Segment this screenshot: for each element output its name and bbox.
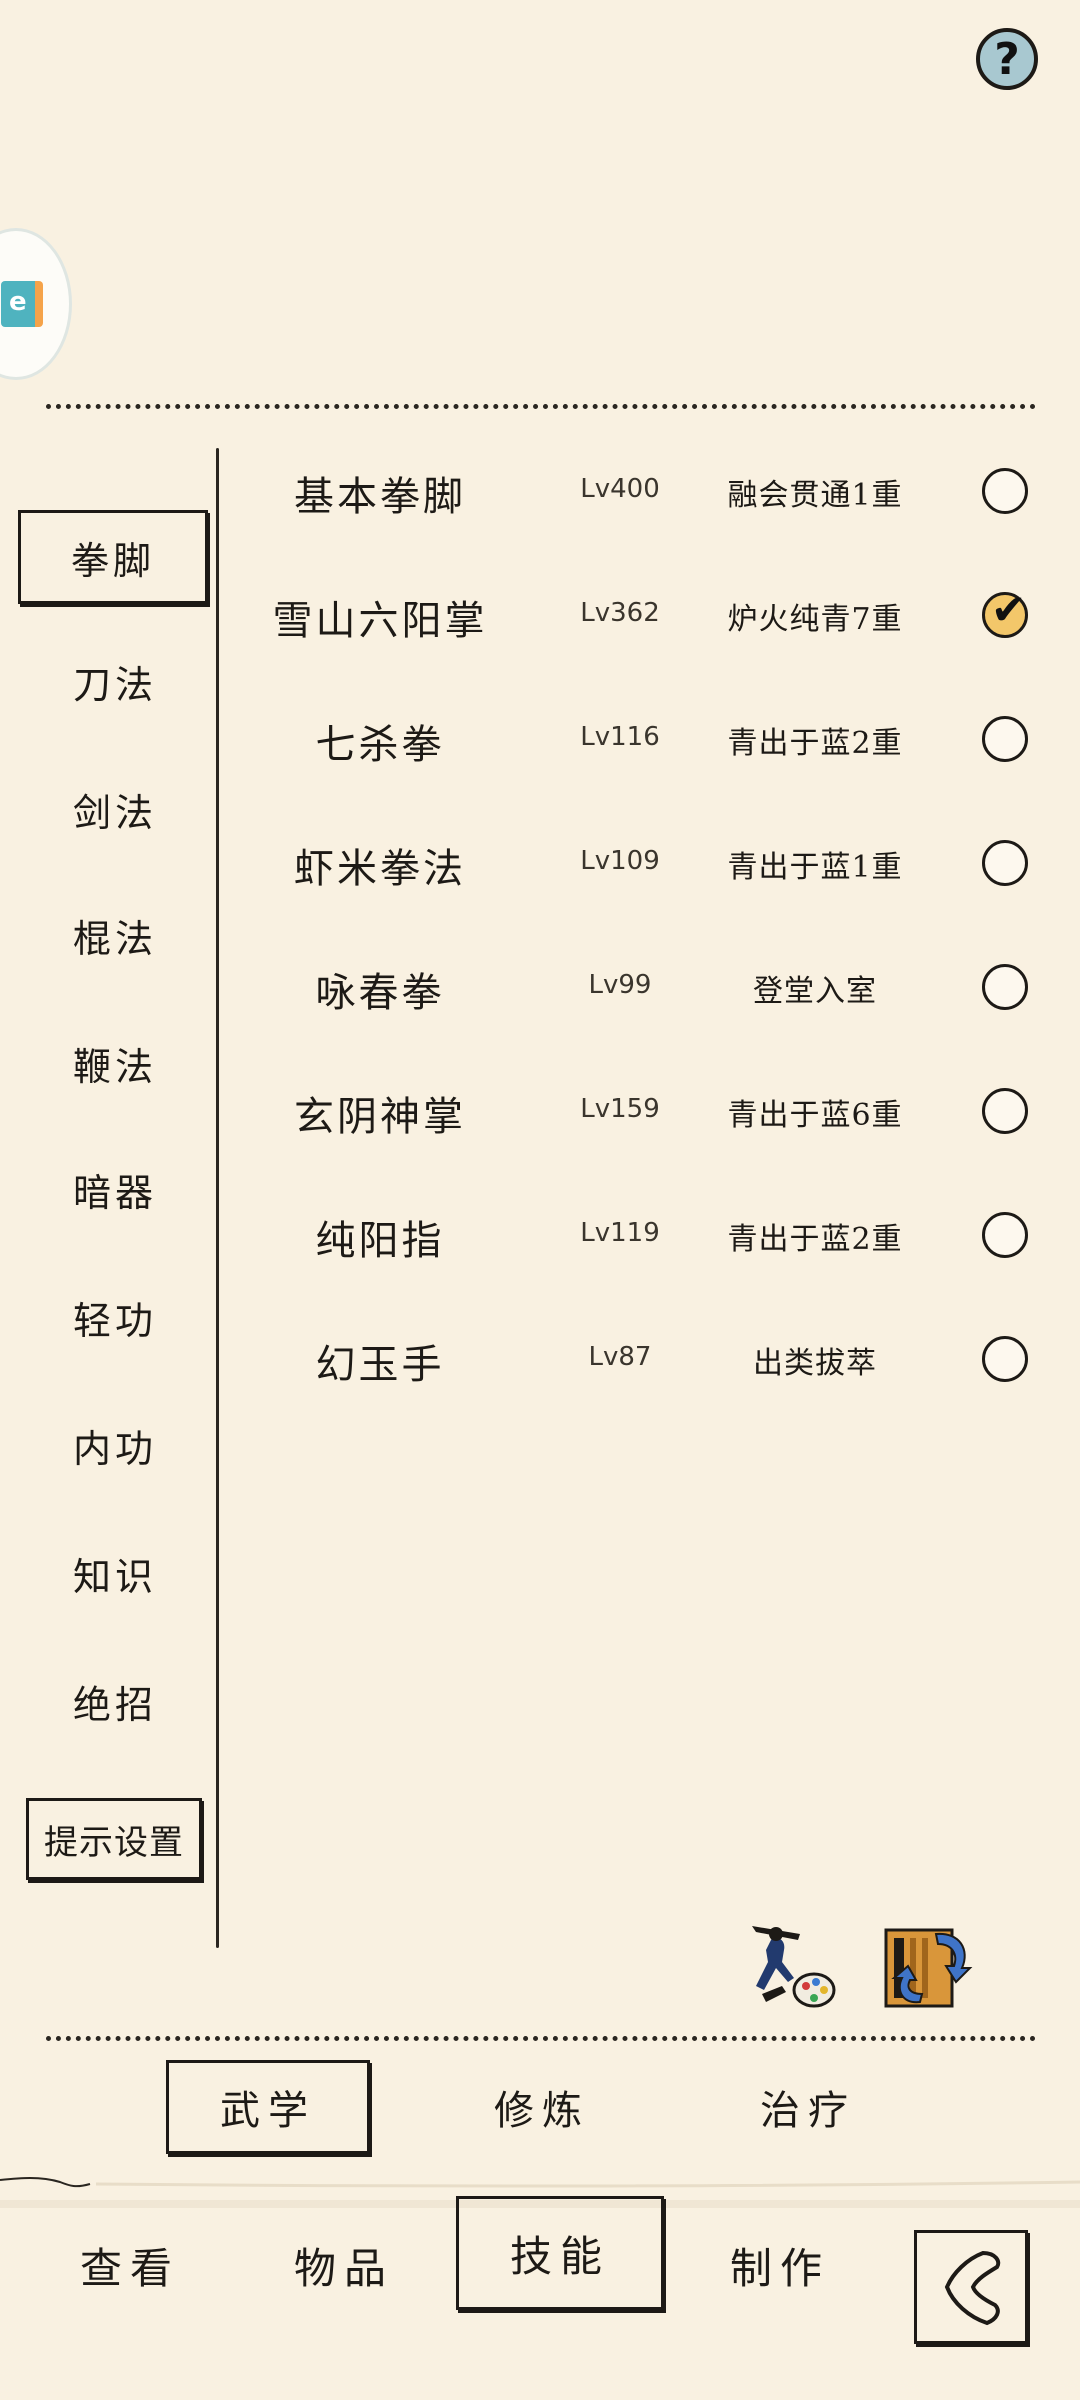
skill-rank: 登堂入室	[753, 974, 877, 1009]
skill-level: Lv87	[588, 1342, 652, 1372]
category-gunfa[interactable]: 棍法	[20, 900, 210, 970]
bottom-divider	[46, 2036, 1036, 2041]
skill-name: 咏春拳	[315, 970, 445, 1016]
skill-row[interactable]: 基本拳脚 Lv400 融会贯通1重	[240, 444, 1060, 534]
skill-select-radio[interactable]	[982, 1088, 1028, 1134]
skill-name: 基本拳脚	[294, 474, 466, 520]
martial-artist-palette-icon[interactable]	[742, 1916, 842, 2016]
back-arrow-icon	[944, 2250, 1001, 2326]
category-neigong[interactable]: 内功	[20, 1410, 210, 1480]
nav-jineng[interactable]: 技能	[456, 2196, 664, 2310]
skill-rank: 炉火纯青7重	[727, 602, 903, 637]
skill-level: Lv99	[588, 970, 652, 1000]
skill-name: 七杀拳	[315, 722, 445, 768]
tab-xiulian[interactable]: 修炼	[440, 2060, 644, 2154]
skill-row[interactable]: 咏春拳 Lv99 登堂入室	[240, 940, 1060, 1030]
nav-chakan[interactable]: 查看	[40, 2200, 220, 2330]
category-daofa[interactable]: 刀法	[20, 646, 210, 716]
tab-wuxue[interactable]: 武学	[166, 2060, 370, 2154]
nav-zhizuo[interactable]: 制作	[690, 2200, 870, 2330]
top-divider	[46, 404, 1036, 409]
category-juezhao[interactable]: 绝招	[20, 1666, 210, 1736]
category-anqi[interactable]: 暗器	[20, 1154, 210, 1224]
floating-widget-icon: e	[1, 281, 43, 327]
skill-row[interactable]: 七杀拳 Lv116 青出于蓝2重	[240, 692, 1060, 782]
category-zhishi[interactable]: 知识	[20, 1538, 210, 1608]
skill-select-radio[interactable]	[982, 1212, 1028, 1258]
skill-select-radio[interactable]	[982, 964, 1028, 1010]
skill-row[interactable]: 纯阳指 Lv119 青出于蓝2重	[240, 1188, 1060, 1278]
skill-level: Lv109	[580, 846, 660, 876]
skill-rank: 出类拔萃	[753, 1346, 877, 1381]
skill-rank: 青出于蓝2重	[727, 1222, 903, 1257]
book-swap-icon[interactable]	[876, 1916, 976, 2016]
skill-name: 玄阴神掌	[294, 1094, 466, 1140]
skill-row[interactable]: 幻玉手 Lv87 出类拔萃	[240, 1312, 1060, 1402]
skill-level: Lv159	[580, 1094, 660, 1124]
skill-select-radio[interactable]	[982, 840, 1028, 886]
skill-name: 雪山六阳掌	[272, 598, 488, 644]
help-question-icon: ?	[994, 33, 1020, 85]
category-bianfa[interactable]: 鞭法	[20, 1028, 210, 1098]
skill-select-radio[interactable]	[982, 468, 1028, 514]
category-quanjiao[interactable]: 拳脚	[18, 510, 208, 604]
skill-name: 纯阳指	[315, 1218, 445, 1264]
skill-rank: 融会贯通1重	[727, 478, 903, 513]
skill-name: 虾米拳法	[294, 846, 466, 892]
back-button[interactable]	[914, 2230, 1028, 2344]
skill-row[interactable]: 虾米拳法 Lv109 青出于蓝1重	[240, 816, 1060, 906]
tab-zhiliao[interactable]: 治疗	[706, 2060, 910, 2154]
brush-stroke-divider	[0, 2177, 1080, 2188]
nav-wupin[interactable]: 物品	[254, 2200, 434, 2330]
skill-row[interactable]: 雪山六阳掌 Lv362 炉火纯青7重 ✔	[240, 568, 1060, 658]
sidebar-divider	[216, 448, 219, 1948]
skill-select-radio[interactable]: ✔	[982, 585, 1028, 638]
category-qinggong[interactable]: 轻功	[20, 1282, 210, 1352]
category-jianfa[interactable]: 剑法	[20, 774, 210, 844]
skill-rank: 青出于蓝1重	[727, 850, 903, 885]
skill-level: Lv119	[580, 1218, 660, 1248]
skill-name: 幻玉手	[315, 1342, 445, 1388]
floating-widget[interactable]: e	[0, 228, 72, 380]
tip-settings-button[interactable]: 提示设置	[26, 1798, 202, 1880]
skill-rank: 青出于蓝2重	[727, 726, 903, 761]
skill-level: Lv362	[580, 598, 660, 628]
skill-select-radio[interactable]	[982, 716, 1028, 762]
checkmark-icon: ✔	[991, 585, 1027, 634]
help-button[interactable]: ?	[976, 28, 1038, 90]
skill-level: Lv116	[580, 722, 660, 752]
skill-select-radio[interactable]	[982, 1336, 1028, 1382]
skill-level: Lv400	[580, 474, 660, 504]
skill-rank: 青出于蓝6重	[727, 1098, 903, 1133]
skill-row[interactable]: 玄阴神掌 Lv159 青出于蓝6重	[240, 1064, 1060, 1154]
